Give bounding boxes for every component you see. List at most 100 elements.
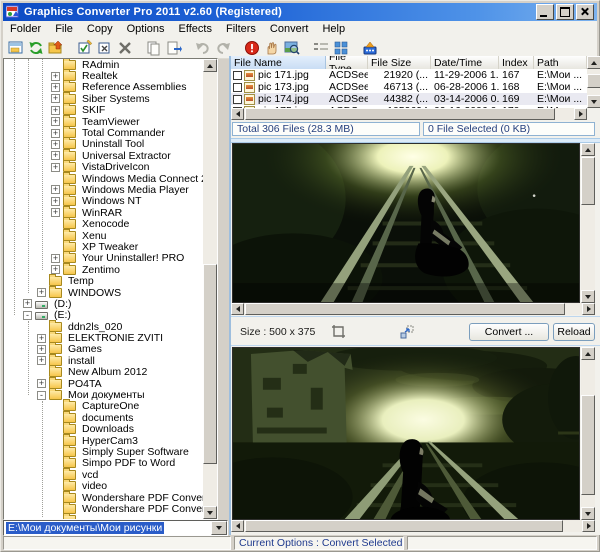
menu-item[interactable]: File — [48, 22, 80, 37]
tree-item[interactable] — [4, 515, 203, 519]
file-checkbox[interactable] — [233, 95, 242, 104]
tree-item-label[interactable]: Wondershare PDF Converter Pro — [80, 503, 203, 515]
tree-item-label[interactable]: Total Commander — [80, 127, 167, 139]
scroll-left-button[interactable] — [231, 108, 244, 120]
tree-item[interactable]: + Siber Systems — [4, 93, 203, 104]
tree-expander-icon[interactable]: + — [51, 83, 60, 92]
tree-item[interactable]: + Total Commander — [4, 127, 203, 138]
thumbnail-view-icon[interactable] — [332, 39, 350, 57]
menu-item[interactable]: Help — [315, 22, 352, 37]
tree-item-label[interactable]: Realtek — [80, 70, 120, 82]
tree-item-label[interactable]: ELEKTRONIE ZVITI — [66, 332, 165, 344]
path-combo[interactable]: E:\Мои документы\Мои рисунки — [3, 520, 228, 536]
tree-item[interactable]: - (E:) — [4, 310, 203, 321]
scroll-up-button[interactable] — [587, 56, 600, 69]
preview-icon[interactable] — [283, 39, 301, 57]
tree-item-label[interactable]: TeamViewer — [80, 116, 142, 128]
tree-item[interactable]: Xenocode — [4, 218, 203, 229]
tree-expander-icon[interactable]: + — [51, 265, 60, 274]
tree-item[interactable]: + TeamViewer — [4, 116, 203, 127]
tree-item-label[interactable]: (D:) — [52, 298, 74, 310]
tree-item-label[interactable]: vcd — [80, 469, 100, 481]
tree-item[interactable]: Xenu — [4, 230, 203, 241]
tree-item-label[interactable]: Uninstall Tool — [80, 138, 146, 150]
tree-item[interactable]: + ELEKTRONIE ZVITI — [4, 332, 203, 343]
close-button[interactable] — [576, 4, 594, 20]
stop-icon[interactable] — [243, 39, 261, 57]
tree-item[interactable]: + Realtek — [4, 70, 203, 81]
scrollbar-thumb[interactable] — [203, 264, 217, 464]
tree-item[interactable]: CaptureOne — [4, 401, 203, 412]
file-checkbox[interactable] — [233, 71, 242, 80]
tree-expander-icon[interactable]: + — [37, 379, 46, 388]
menu-item[interactable]: Convert — [263, 22, 316, 37]
tree-item[interactable]: XP Tweaker — [4, 241, 203, 252]
resize-icon[interactable] — [398, 323, 416, 341]
tree-item-label[interactable]: PO4TA — [66, 378, 104, 390]
tree-item[interactable]: Downloads — [4, 424, 203, 435]
scroll-up-button[interactable] — [581, 347, 595, 360]
tree-item[interactable]: HyperCam3 — [4, 435, 203, 446]
scrollbar-thumb[interactable] — [245, 108, 555, 120]
tree-item[interactable]: + (D:) — [4, 298, 203, 309]
file-checkbox[interactable] — [233, 83, 242, 92]
folder-up-icon[interactable] — [47, 39, 65, 57]
maximize-button[interactable] — [556, 4, 574, 20]
menu-item[interactable]: Folder — [3, 22, 48, 37]
tree-item[interactable]: ddn2ls_020 — [4, 321, 203, 332]
file-row[interactable]: pic 173.jpg ACDSee... 46713 (... 06-28-2… — [231, 81, 587, 93]
scroll-up-button[interactable] — [581, 143, 595, 156]
tree-item-label[interactable]: SKIF — [80, 104, 107, 116]
file-list-hscrollbar[interactable] — [231, 108, 587, 120]
column-header[interactable]: File Size — [368, 56, 431, 69]
tree-expander-icon[interactable]: + — [51, 140, 60, 149]
browse-icon[interactable] — [7, 39, 25, 57]
tree-item[interactable]: + Games — [4, 344, 203, 355]
column-header[interactable]: File Type — [326, 56, 368, 69]
tree-item[interactable]: + Windows NT — [4, 196, 203, 207]
scrollbar-thumb[interactable] — [245, 303, 565, 315]
scroll-left-button[interactable] — [231, 520, 244, 532]
tree-scrollbar[interactable] — [203, 59, 217, 519]
tree-expander-icon[interactable]: - — [37, 391, 46, 400]
tree-item-label[interactable]: Windows Media Connect 2 — [80, 173, 203, 185]
tree-item-label[interactable]: Downloads — [80, 423, 136, 435]
tree-item-label[interactable]: documents — [80, 412, 135, 424]
tree-expander-icon[interactable]: + — [51, 151, 60, 160]
tree-expander-icon[interactable]: + — [37, 334, 46, 343]
path-combo-value[interactable]: E:\Мои документы\Мои рисунки — [6, 522, 164, 534]
tree-item-label[interactable]: Windows NT — [80, 195, 144, 207]
combo-dropdown-button[interactable] — [211, 521, 227, 535]
reload-button[interactable]: Reload — [553, 323, 595, 341]
tree-item-label[interactable]: Temp — [66, 275, 96, 287]
convert-icon[interactable] — [361, 39, 379, 57]
tree-item[interactable]: - Мои документы — [4, 389, 203, 400]
tree-item-label[interactable]: video — [80, 480, 109, 492]
scroll-right-button[interactable] — [582, 303, 595, 315]
tree-item[interactable]: + Uninstall Tool — [4, 139, 203, 150]
tree-item[interactable]: + install — [4, 355, 203, 366]
move-icon[interactable] — [165, 39, 183, 57]
scroll-down-button[interactable] — [581, 507, 595, 520]
tree-item-label[interactable]: Your Uninstaller! PRO — [80, 252, 186, 264]
tree-expander-icon[interactable]: + — [51, 94, 60, 103]
file-list-vscrollbar[interactable] — [587, 56, 600, 108]
tree-item[interactable]: Temp — [4, 275, 203, 286]
tree-item-label[interactable]: Universal Extractor — [80, 150, 173, 162]
preview-bottom-vscrollbar[interactable] — [581, 347, 595, 520]
tree-item-label[interactable]: Reference Assemblies — [80, 81, 188, 93]
select-all-icon[interactable] — [76, 39, 94, 57]
tree-expander-icon[interactable]: + — [51, 117, 60, 126]
scroll-left-button[interactable] — [231, 303, 244, 315]
tree-expander-icon[interactable]: + — [37, 345, 46, 354]
tree-item-label[interactable]: Мои документы — [66, 389, 147, 401]
tree-item[interactable]: Windows Media Connect 2 — [4, 173, 203, 184]
preview-top-hscrollbar[interactable] — [231, 303, 595, 315]
file-row[interactable]: pic 171.jpg ACDSee... 21920 (... 11-29-2… — [231, 69, 587, 81]
scrollbar-thumb[interactable] — [581, 395, 595, 495]
tree-expander-icon[interactable]: + — [23, 299, 32, 308]
scroll-down-button[interactable] — [581, 290, 595, 303]
deselect-all-icon[interactable] — [96, 39, 114, 57]
tree-item-label[interactable]: WINDOWS — [66, 287, 123, 299]
menu-item[interactable]: Options — [120, 22, 172, 37]
